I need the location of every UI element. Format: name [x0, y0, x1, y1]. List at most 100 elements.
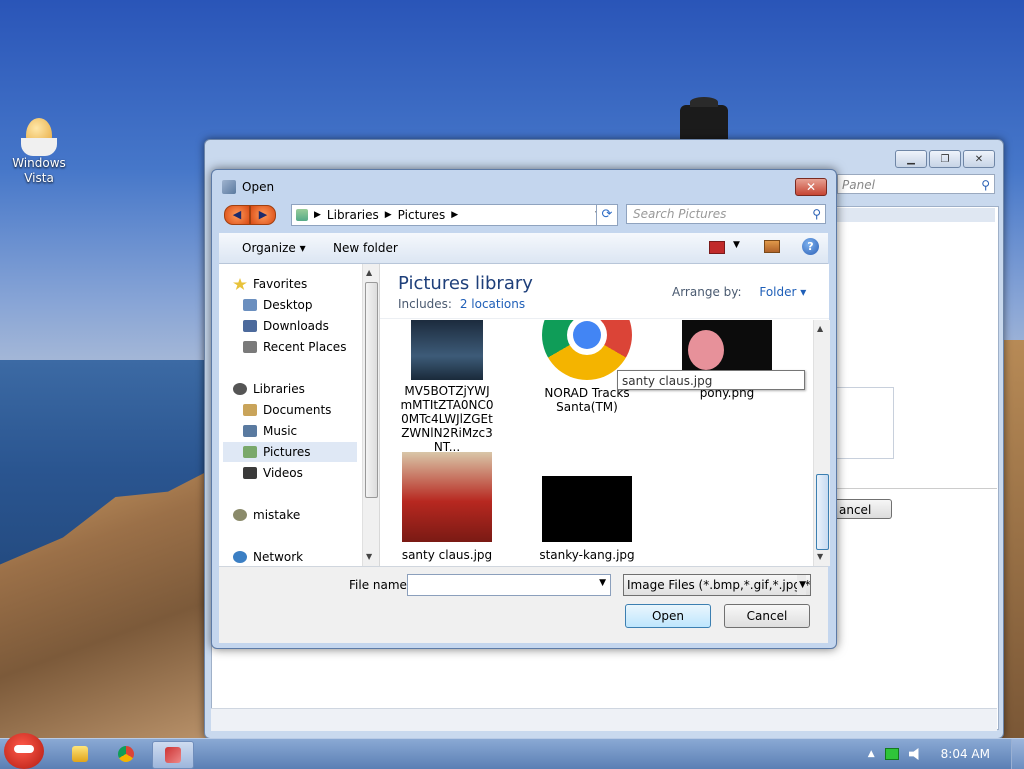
file-name-label: File name:: [349, 578, 411, 592]
videos-icon: [243, 467, 257, 479]
arrange-dropdown[interactable]: Folder ▾: [759, 285, 806, 299]
nav-item-mistake[interactable]: mistake: [233, 508, 300, 522]
nav-item-label: Pictures: [263, 445, 311, 459]
file-thumbnail: [411, 320, 483, 380]
folder-icon: [72, 746, 88, 762]
maximize-button[interactable]: ❐: [929, 150, 961, 168]
nav-item-videos[interactable]: Videos: [243, 466, 303, 480]
file-tooltip: santy claus.jpg: [617, 370, 805, 390]
nav-item-network[interactable]: Network: [233, 550, 303, 564]
system-tray: ▲ 8:04 AM: [868, 739, 1024, 769]
nav-item-music[interactable]: Music: [243, 424, 297, 438]
nav-scrollbar[interactable]: ▲ ▼: [362, 264, 379, 566]
nav-item-label: Music: [263, 424, 298, 438]
desktop-icon-windows-vista[interactable]: Windows Vista: [8, 118, 70, 186]
scroll-up-icon[interactable]: ▲: [817, 324, 823, 333]
taskbar-explorer[interactable]: [60, 741, 100, 767]
file-tile[interactable]: MV5BOTZjYWJmMTItZTA0NC00MTc4LWJlZGEtZWNl…: [392, 320, 502, 454]
nav-item-downloads[interactable]: Downloads: [243, 319, 329, 333]
file-tile[interactable]: NORAD Tracks Santa(TM): [532, 320, 642, 414]
nav-item-desktop[interactable]: Desktop: [243, 298, 313, 312]
file-name: santy claus.jpg: [401, 548, 493, 562]
scroll-up-icon[interactable]: ▲: [366, 268, 372, 277]
dialog-title-bar: Open: [222, 180, 274, 194]
file-thumbnail: [402, 452, 492, 542]
close-button[interactable]: ✕: [963, 150, 995, 168]
nav-item-label: Downloads: [263, 319, 329, 333]
file-tile[interactable]: santy claus.jpg: [392, 452, 502, 562]
start-button[interactable]: [4, 733, 44, 769]
documents-icon: [243, 404, 257, 416]
file-name: stanky-kang.jpg: [539, 548, 635, 562]
minimize-button[interactable]: ▁: [895, 150, 927, 168]
background-status-bar: [211, 708, 997, 731]
background-box: [837, 387, 894, 459]
scrollbar-thumb[interactable]: [365, 282, 378, 498]
search-input[interactable]: Search Pictures ⚲: [626, 204, 826, 224]
nav-item-documents[interactable]: Documents: [243, 403, 331, 417]
open-button[interactable]: Open: [625, 604, 711, 628]
file-tile[interactable]: stanky-kang.jpg: [532, 452, 642, 562]
downloads-icon: [243, 320, 257, 332]
file-type-value: Image Files (*.bmp,*.gif,*.jpg,*.: [627, 578, 811, 592]
music-icon: [243, 425, 257, 437]
breadcrumb-arrow-icon[interactable]: ▶: [451, 210, 458, 220]
taskbar-active-app[interactable]: [152, 741, 194, 769]
file-list-scrollbar[interactable]: ▲ ▼: [813, 320, 830, 566]
refresh-button[interactable]: ⟳: [596, 204, 618, 226]
preview-pane-icon[interactable]: [764, 240, 780, 253]
arrange-by: Arrange by: Folder ▾: [672, 285, 806, 299]
volume-icon[interactable]: [908, 748, 919, 760]
libraries-icon: [296, 209, 308, 221]
cancel-button[interactable]: Cancel: [724, 604, 810, 628]
help-icon[interactable]: ?: [802, 238, 819, 255]
homegroup-icon: [233, 509, 247, 521]
background-search-box[interactable]: Panel ⚲: [837, 174, 995, 194]
dialog-close-button[interactable]: ✕: [795, 178, 827, 196]
scroll-down-icon[interactable]: ▼: [817, 552, 823, 561]
battery-icon[interactable]: [884, 748, 899, 760]
show-hidden-icons-icon[interactable]: ▲: [868, 749, 875, 759]
chevron-down-icon[interactable]: ▼: [599, 578, 606, 588]
file-type-select[interactable]: Image Files (*.bmp,*.gif,*.jpg,*. ▼: [623, 574, 811, 596]
forward-button[interactable]: ▶: [250, 205, 276, 225]
nav-item-label: Favorites: [253, 277, 308, 291]
chevron-down-icon[interactable]: ▼: [797, 575, 806, 595]
chevron-down-icon[interactable]: ▼: [733, 240, 740, 250]
dialog-title: Open: [242, 180, 275, 194]
file-list-pane: Pictures library Includes: 2 locations A…: [379, 264, 830, 566]
background-cancel-button[interactable]: ancel: [837, 499, 892, 519]
nav-item-pictures[interactable]: Pictures: [243, 445, 311, 459]
scrollbar-thumb[interactable]: [816, 474, 829, 550]
show-desktop-button[interactable]: [1011, 739, 1024, 769]
clock[interactable]: 8:04 AM: [941, 747, 990, 761]
nav-item-recent-places[interactable]: Recent Places: [243, 340, 346, 354]
file-name-input[interactable]: ▼: [407, 574, 611, 596]
nav-item-label: Desktop: [263, 298, 313, 312]
locations-link[interactable]: 2 locations: [460, 297, 525, 311]
open-dialog[interactable]: Open ✕ ◀ ▶ ▶ Libraries ▶ Pictures ▶ ▼ ⟳ …: [211, 169, 837, 649]
back-button[interactable]: ◀: [224, 205, 250, 225]
breadcrumb-libraries[interactable]: Libraries: [327, 208, 379, 222]
file-name: MV5BOTZjYWJmMTItZTA0NC00MTc4LWJlZGEtZWNl…: [400, 384, 494, 454]
dialog-bottom-bar: File name: ▼ Image Files (*.bmp,*.gif,*.…: [219, 566, 828, 643]
new-folder-button[interactable]: New folder: [333, 241, 398, 255]
nav-item-label: mistake: [253, 508, 301, 522]
breadcrumb-pictures[interactable]: Pictures: [398, 208, 446, 222]
nav-item-libraries[interactable]: Libraries: [233, 382, 305, 396]
organize-button[interactable]: Organize ▾: [242, 241, 306, 255]
includes-label: Includes:: [398, 297, 452, 311]
taskbar-chrome[interactable]: [106, 741, 146, 767]
command-toolbar: Organize ▾ New folder ▼ ?: [219, 233, 828, 264]
chrome-icon: [118, 746, 134, 762]
search-icon: ⚲: [981, 178, 990, 192]
header-divider: [380, 318, 829, 319]
search-placeholder: Search Pictures: [633, 207, 727, 221]
view-icon[interactable]: [709, 241, 725, 254]
address-bar[interactable]: ▶ Libraries ▶ Pictures ▶ ▼: [291, 204, 607, 226]
nav-item-favorites[interactable]: Favorites: [233, 277, 307, 291]
scroll-down-icon[interactable]: ▼: [366, 552, 372, 561]
breadcrumb-arrow-icon[interactable]: ▶: [385, 210, 392, 220]
breadcrumb-arrow-icon[interactable]: ▶: [314, 210, 321, 220]
library-includes: Includes: 2 locations: [398, 297, 525, 311]
